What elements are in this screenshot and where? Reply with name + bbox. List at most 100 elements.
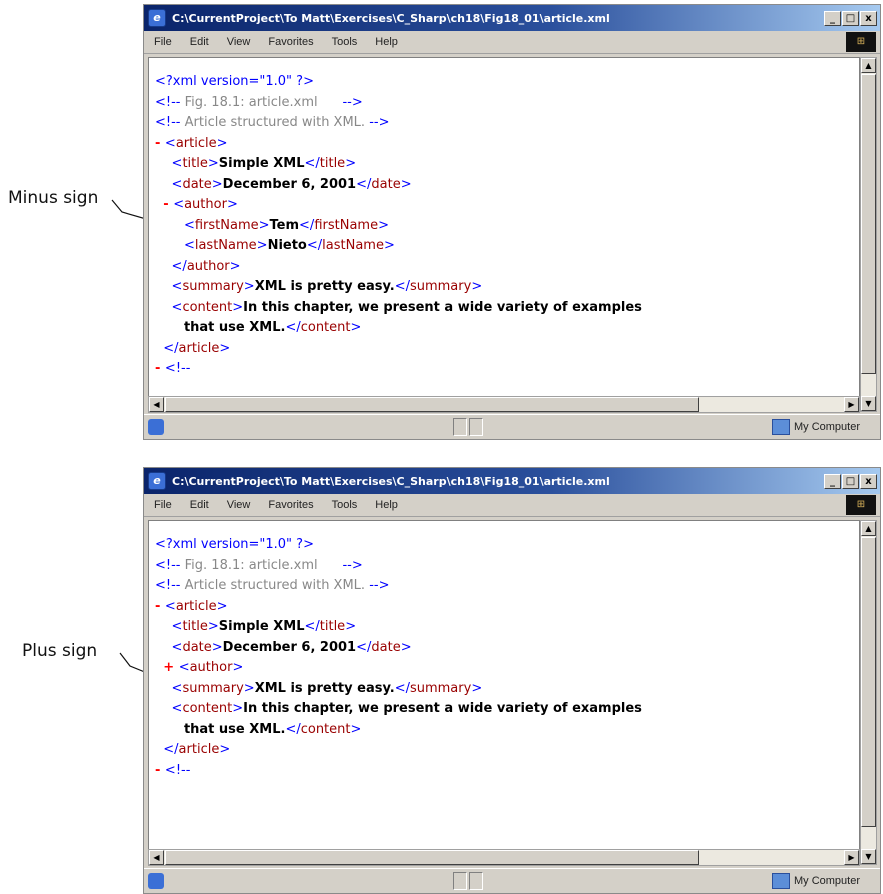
- xml-line: <summary>XML is pretty easy.</summary>: [155, 277, 859, 298]
- menu-file[interactable]: File: [154, 499, 172, 511]
- menu-tools[interactable]: Tools: [332, 36, 358, 48]
- xml-token: In this chapter, we present a wide varie…: [243, 299, 642, 315]
- scroll-left-button[interactable]: ◀: [149, 397, 164, 412]
- xml-token: >: [258, 217, 270, 233]
- hscroll-thumb[interactable]: [165, 850, 699, 865]
- collapse-minus-sign[interactable]: -: [155, 763, 165, 778]
- xml-token: </: [304, 619, 320, 634]
- menu-favorites[interactable]: Favorites: [268, 36, 313, 48]
- xml-token: Article structured with XML.: [180, 115, 370, 130]
- xml-line: - <article>: [155, 597, 859, 618]
- xml-token: firstName: [314, 217, 379, 233]
- ie-icon: e: [148, 9, 166, 27]
- xml-token: <: [183, 217, 195, 233]
- maximize-button[interactable]: □: [842, 10, 859, 26]
- xml-token: >: [350, 721, 362, 737]
- title-bar[interactable]: e C:\CurrentProject\To Matt\Exercises\C_…: [144, 468, 880, 494]
- xml-token: <: [171, 176, 183, 192]
- xml-content-pane[interactable]: <?xml version="1.0" ?> <!-- Fig. 18.1: ar…: [148, 520, 860, 851]
- close-button[interactable]: x: [860, 10, 877, 26]
- menu-favorites[interactable]: Favorites: [268, 499, 313, 511]
- xml-token: -->: [342, 94, 363, 110]
- windows-logo-icon: ⊞: [846, 495, 876, 515]
- xml-token: <: [178, 660, 190, 675]
- xml-token: -->: [342, 557, 363, 573]
- xml-content-pane[interactable]: <?xml version="1.0" ?> <!-- Fig. 18.1: ar…: [148, 57, 860, 398]
- xml-token: article: [175, 135, 217, 151]
- xml-token: [155, 681, 172, 696]
- xml-token: firstName: [194, 217, 259, 233]
- xml-line: <content>In this chapter, we present a w…: [155, 298, 859, 319]
- xml-token: [155, 259, 172, 274]
- scroll-down-button[interactable]: ▼: [861, 849, 876, 864]
- collapse-minus-sign[interactable]: -: [155, 136, 165, 151]
- xml-token: title: [319, 156, 346, 171]
- menu-bar: File Edit View Favorites Tools Help ⊞: [144, 31, 880, 54]
- scroll-right-button[interactable]: ▶: [844, 850, 859, 865]
- expand-plus-sign[interactable]: +: [163, 660, 178, 675]
- collapse-minus-sign[interactable]: -: [155, 599, 165, 614]
- menu-tools[interactable]: Tools: [332, 499, 358, 511]
- xml-token: <!--: [155, 115, 181, 130]
- xml-line: <!-- Article structured with XML. -->: [155, 576, 859, 597]
- horizontal-scrollbar[interactable]: ◀ ▶: [148, 396, 860, 413]
- scroll-thumb[interactable]: [861, 74, 876, 374]
- xml-token: lastName: [322, 238, 384, 253]
- xml-token: >: [400, 639, 412, 655]
- maximize-button[interactable]: □: [842, 473, 859, 489]
- zone-label: My Computer: [793, 421, 860, 433]
- vertical-scrollbar[interactable]: ▲ ▼: [860, 57, 877, 412]
- scroll-up-button[interactable]: ▲: [861, 58, 876, 73]
- scroll-down-button[interactable]: ▼: [861, 396, 876, 411]
- xml-token: </: [285, 320, 301, 335]
- xml-token: >: [232, 660, 244, 675]
- xml-token: <: [173, 197, 185, 212]
- minimize-button[interactable]: _: [824, 10, 841, 26]
- xml-token: >: [219, 340, 231, 356]
- minimize-button[interactable]: _: [824, 473, 841, 489]
- xml-token: date: [182, 639, 212, 655]
- menu-edit[interactable]: Edit: [190, 36, 209, 48]
- xml-token: <?: [155, 74, 173, 89]
- xml-token: In this chapter, we present a wide varie…: [243, 701, 642, 716]
- title-bar[interactable]: e C:\CurrentProject\To Matt\Exercises\C_…: [144, 5, 880, 31]
- scroll-up-button[interactable]: ▲: [861, 521, 876, 536]
- xml-token: Nieto: [267, 238, 307, 253]
- hscroll-thumb[interactable]: [165, 397, 699, 412]
- menu-help[interactable]: Help: [375, 499, 398, 511]
- window-title: C:\CurrentProject\To Matt\Exercises\C_Sh…: [172, 11, 610, 25]
- scroll-thumb[interactable]: [861, 537, 876, 827]
- xml-line: + <author>: [155, 658, 859, 679]
- vertical-scrollbar[interactable]: ▲ ▼: [860, 520, 877, 865]
- menu-edit[interactable]: Edit: [190, 499, 209, 511]
- xml-token: </: [299, 217, 315, 233]
- collapse-minus-sign[interactable]: -: [163, 197, 173, 212]
- collapse-minus-sign[interactable]: -: [155, 361, 165, 376]
- xml-tree: <?xml version="1.0" ?> <!-- Fig. 18.1: ar…: [149, 521, 859, 781]
- xml-line: <title>Simple XML</title>: [155, 617, 859, 638]
- xml-line: <lastName>Nieto</lastName>: [155, 236, 859, 257]
- page-status-icon: [148, 419, 164, 435]
- menu-help[interactable]: Help: [375, 36, 398, 48]
- xml-token: >: [219, 742, 231, 757]
- xml-token: >: [378, 217, 389, 233]
- xml-token: content: [300, 721, 351, 737]
- status-bar: My Computer: [144, 414, 880, 439]
- xml-token: </: [356, 639, 372, 655]
- menu-view[interactable]: View: [227, 499, 251, 511]
- xml-token: ?>: [296, 74, 314, 89]
- scroll-left-button[interactable]: ◀: [149, 850, 164, 865]
- xml-token: </: [306, 238, 323, 253]
- xml-token: <: [171, 299, 183, 315]
- xml-token: <!--: [164, 361, 191, 376]
- xml-token: </: [304, 156, 320, 171]
- xml-line: <date>December 6, 2001</date>: [155, 175, 859, 196]
- close-button[interactable]: x: [860, 473, 877, 489]
- xml-token: <!--: [155, 94, 181, 110]
- horizontal-scrollbar[interactable]: ◀ ▶: [148, 849, 860, 866]
- windows-logo-icon: ⊞: [846, 32, 876, 52]
- menu-file[interactable]: File: [154, 36, 172, 48]
- xml-line: - <article>: [155, 134, 859, 155]
- scroll-right-button[interactable]: ▶: [844, 397, 859, 412]
- menu-view[interactable]: View: [227, 36, 251, 48]
